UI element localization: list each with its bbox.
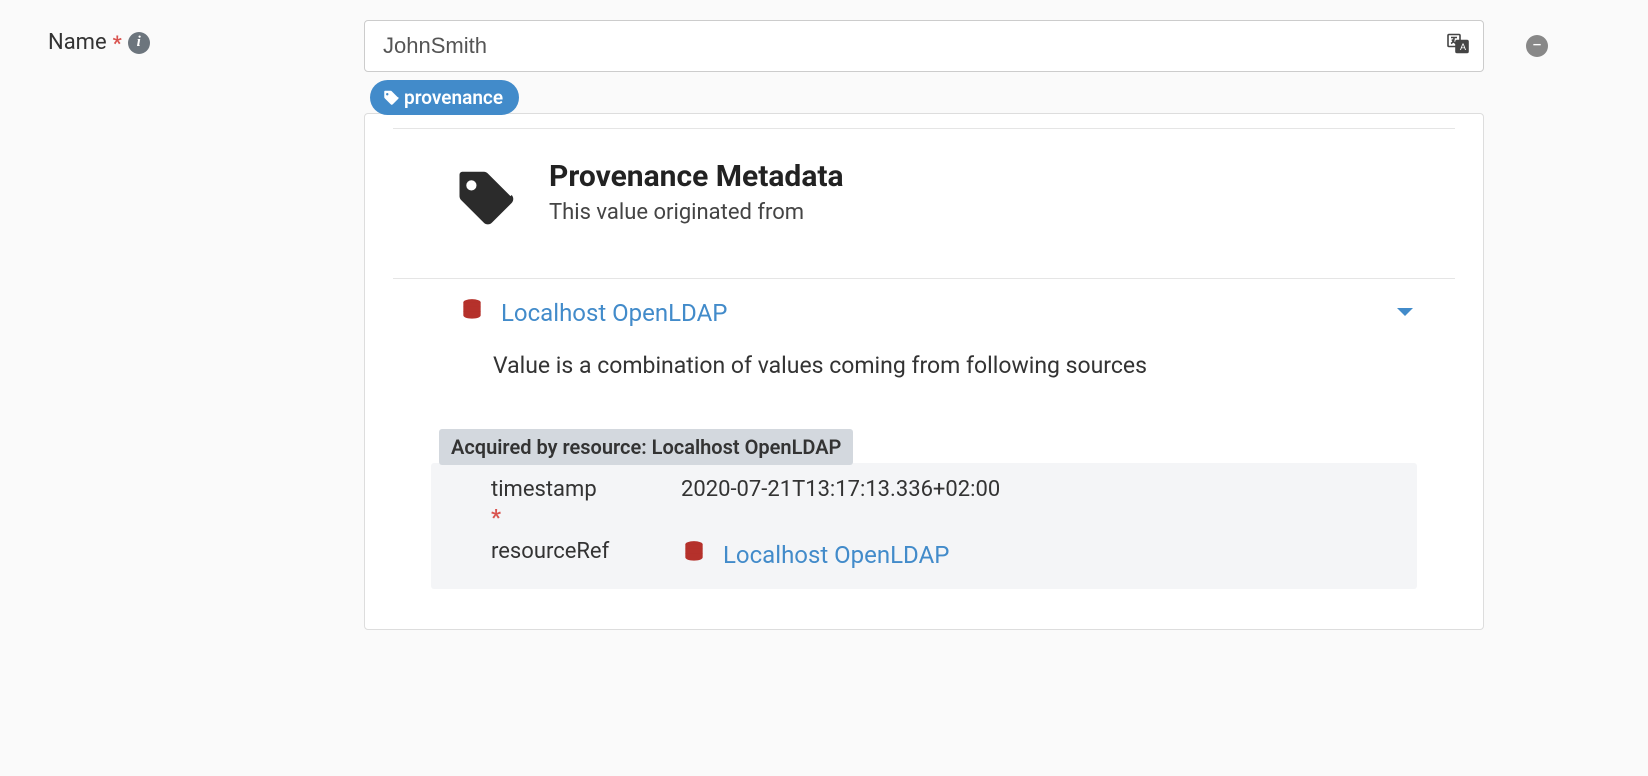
required-indicator: * bbox=[113, 31, 122, 55]
source-link[interactable]: Localhost OpenLDAP bbox=[501, 299, 727, 327]
panel-title: Provenance Metadata bbox=[549, 159, 844, 194]
tag-icon bbox=[451, 165, 519, 238]
info-icon[interactable]: i bbox=[128, 32, 150, 54]
name-input-wrap: A − bbox=[364, 20, 1484, 72]
translate-icon[interactable]: A bbox=[1446, 32, 1470, 61]
database-icon bbox=[459, 297, 485, 328]
required-indicator: * bbox=[491, 506, 661, 531]
resourceref-link[interactable]: Localhost OpenLDAP bbox=[723, 541, 949, 569]
name-input[interactable] bbox=[364, 20, 1484, 72]
timestamp-key: timestamp bbox=[491, 477, 597, 502]
tag-icon bbox=[382, 89, 400, 107]
remove-button[interactable]: − bbox=[1526, 35, 1548, 57]
svg-text:A: A bbox=[1460, 42, 1466, 52]
panel-subtitle: This value originated from bbox=[549, 200, 844, 225]
provenance-badge-label: provenance bbox=[404, 86, 503, 109]
caret-down-icon[interactable] bbox=[1395, 301, 1415, 325]
timestamp-row: timestamp * 2020-07-21T13:17:13.336+02:0… bbox=[431, 469, 1417, 531]
resourceref-key: resourceRef bbox=[491, 539, 609, 564]
combination-text: Value is a combination of values coming … bbox=[393, 338, 1455, 399]
database-icon bbox=[681, 539, 707, 571]
provenance-badge[interactable]: provenance bbox=[370, 80, 519, 115]
acquired-label: Acquired by resource: Localhost OpenLDAP bbox=[439, 429, 853, 465]
provenance-panel: Provenance Metadata This value originate… bbox=[364, 113, 1484, 630]
resourceref-row: resourceRef Localhos bbox=[431, 531, 1417, 571]
name-label: Name bbox=[48, 30, 107, 55]
timestamp-value: 2020-07-21T13:17:13.336+02:00 bbox=[681, 477, 1000, 502]
